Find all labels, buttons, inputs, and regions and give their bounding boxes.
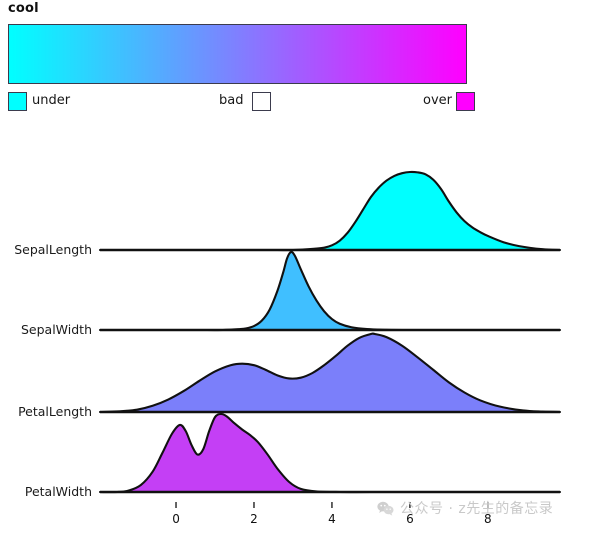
ridge-row-label-petallength: PetalLength [18,404,92,419]
x-tick-label: 6 [406,512,414,526]
colorbar-gradient [8,24,467,84]
ridge-row-label-sepallength: SepalLength [14,242,92,257]
colorbar-over-label: over [423,93,452,108]
colorbar-bad-label: bad [219,93,244,108]
ridge-curve-sepalwidth [98,250,562,332]
figure-canvas: cool under bad over SepalLength SepalWidt… [0,0,595,537]
ridge-row-label-petalwidth: PetalWidth [24,484,92,499]
colorbar-bad-swatch [252,92,271,111]
ridgeline-plot [0,150,595,537]
colorbar-over-swatch [456,92,475,111]
x-tick-label: 2 [250,512,258,526]
x-tick-label: 0 [172,512,180,526]
ridgeline-svg [98,170,562,508]
ridge-row-label-sepalwidth: SepalWidth [20,322,92,337]
x-tick-label: 4 [328,512,336,526]
colorbar-under-swatch [8,92,27,111]
ridge-curve-sepallength [98,170,562,252]
colorbar-under-label: under [32,93,71,108]
ridge-area-petalwidth [100,413,560,493]
colorbar-title: cool [8,1,39,16]
x-tick-label: 8 [484,512,492,526]
